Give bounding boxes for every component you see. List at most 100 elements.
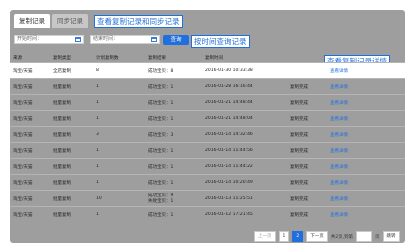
cell-status: 复制完成 [290, 212, 308, 218]
cell-result: 成功宝贝：1 [148, 116, 174, 122]
page-1-button[interactable]: 1 [278, 231, 290, 242]
header-count: 计划复制数 [96, 55, 119, 61]
record-tabs: 复制记录 同步记录 [14, 14, 88, 28]
cell-source: 淘宝/天猫 [13, 84, 33, 90]
view-details-link[interactable]: 查看详情 [327, 100, 405, 106]
cell-result: 成功宝贝：8 [148, 68, 174, 74]
cell-type: 批量复制 [53, 212, 71, 218]
cell-time: 2016-01-12 17:21:45 [205, 212, 253, 217]
cell-result: 成功宝贝：3 [148, 132, 174, 138]
cell-type: 批量复制 [53, 180, 71, 186]
cell-source: 淘宝/天猫 [13, 116, 33, 122]
table-row: 淘宝/天猫 批量复制 1 成功宝贝：1 2016-01-12 17:21:45 复制完成 查… [10, 206, 405, 222]
view-details-link[interactable]: 查看详情 [327, 148, 405, 154]
view-details-link[interactable]: 查看详情 [327, 164, 405, 170]
table-row: 淘宝/天猫 批量复制 1 成功宝贝：1 2016-01-21 14:48:04 复制完成 查… [10, 110, 405, 126]
cell-count: 1 [96, 84, 99, 89]
tab-sync-records[interactable]: 同步记录 [52, 14, 88, 28]
next-page-button[interactable]: 下一页 [306, 231, 328, 242]
cell-status: 复制完成 [290, 116, 308, 122]
cell-result: 成功宝贝：1 [148, 180, 174, 186]
cell-time: 2016-01-28 16:16:44 [205, 84, 253, 89]
cell-type: 批量复制 [53, 164, 71, 170]
cell-result: 成功宝贝：1 [148, 212, 174, 218]
table-header: 来源 复制类型 计划复制数 复制结果 复制时间 [10, 53, 405, 62]
cell-result: 成功宝贝：1 [148, 164, 174, 170]
view-details-link[interactable]: 查看详情 [327, 68, 405, 74]
cell-count: 1 [96, 180, 99, 185]
cell-source: 淘宝/天猫 [13, 212, 33, 218]
cell-source: 淘宝/天猫 [13, 132, 33, 138]
total-pages-label: 共2页,到第 [330, 234, 354, 240]
cell-status: 复制完成 [290, 132, 308, 138]
start-time-label: 开始时间： [17, 36, 43, 42]
cell-time: 2016-01-14 10:20:49 [205, 180, 253, 185]
cell-count: 10 [96, 196, 102, 201]
header-result: 复制结果 [148, 55, 166, 61]
calendar-icon[interactable] [75, 37, 81, 42]
table-row: 淘宝/天猫 批量复制 1 成功宝贝：1 2016-01-28 16:16:44 复制完成 查… [10, 78, 405, 94]
cell-count: 1 [96, 100, 99, 105]
cell-result-failed: 失败宝贝：1 [148, 198, 174, 204]
cell-type: 批量复制 [53, 148, 71, 154]
page-2-button[interactable]: 2 [292, 231, 304, 242]
cell-time: 2016-01-14 14:32:46 [205, 132, 253, 137]
table-row: 淘宝/天猫 批量复制 10 成功宝贝：9 失败宝贝：1 2016-01-13 11:25:… [10, 190, 405, 206]
cell-result: 成功宝贝：1 [148, 148, 174, 154]
time-filters: 开始时间： 结束时间： [14, 35, 160, 44]
pagination: 上一页 1 2 下一页 共2页,到第 页 跳转 [254, 231, 400, 242]
cell-status: 复制完成 [290, 100, 308, 106]
cell-result: 成功宝贝：1 [148, 100, 174, 106]
prev-page-button[interactable]: 上一页 [254, 231, 276, 242]
table-body: 淘宝/天猫 全店复制 8 成功宝贝：8 2016-01-30 10:33:38 查看详情淘… [10, 62, 405, 222]
calendar-icon[interactable] [151, 37, 157, 42]
cell-source: 淘宝/天猫 [13, 164, 33, 170]
view-details-link[interactable]: 查看详情 [327, 84, 405, 90]
tabs-annotation: 查看复制记录和同步记录 [94, 15, 183, 28]
table-row: 淘宝/天猫 全店复制 8 成功宝贝：8 2016-01-30 10:33:38 查看详情 [10, 62, 405, 78]
table-row: 淘宝/天猫 批量复制 3 成功宝贝：3 2016-01-14 14:32:46 复制完成 查… [10, 126, 405, 142]
cell-type: 全店复制 [53, 68, 71, 74]
page-number-input[interactable] [356, 231, 373, 242]
cell-time: 2016-01-13 11:25:51 [205, 196, 253, 201]
cell-source: 淘宝/天猫 [13, 148, 33, 154]
cell-count: 1 [96, 116, 99, 121]
cell-count: 1 [96, 164, 99, 169]
query-button[interactable]: 查询 [163, 35, 189, 45]
cell-type: 批量复制 [53, 116, 71, 122]
view-details-link[interactable]: 查看详情 [327, 212, 405, 218]
cell-type: 批量复制 [53, 84, 71, 90]
cell-time: 2016-01-21 14:48:44 [205, 100, 253, 105]
cell-source: 淘宝/天猫 [13, 180, 33, 186]
cell-time: 2016-01-14 11:44:22 [205, 164, 253, 169]
cell-result: 成功宝贝：9 失败宝贝：1 [145, 193, 202, 205]
time-annotation: 按时间查询记录 [191, 35, 250, 48]
view-details-link[interactable]: 查看详情 [327, 132, 405, 138]
cell-result: 成功宝贝：1 [148, 84, 174, 90]
cell-time: 2016-01-21 14:48:04 [205, 116, 253, 121]
cell-count: 8 [96, 68, 99, 73]
view-details-link[interactable]: 查看详情 [327, 116, 405, 122]
cell-type: 批量复制 [53, 196, 71, 202]
header-source: 来源 [13, 55, 22, 61]
jump-button[interactable]: 跳转 [382, 231, 400, 242]
page-unit-label: 页 [375, 234, 380, 240]
cell-type: 批量复制 [53, 100, 71, 106]
view-details-link[interactable]: 查看详情 [327, 180, 405, 186]
cell-count: 3 [96, 132, 99, 137]
table-row: 淘宝/天猫 批量复制 1 成功宝贝：1 2016-01-14 11:44:22 复制完成 查… [10, 158, 405, 174]
cell-status: 复制完成 [290, 148, 308, 154]
end-time-field[interactable]: 结束时间： [90, 35, 160, 44]
cell-count: 1 [96, 212, 99, 217]
header-type: 复制类型 [53, 55, 71, 61]
cell-source: 淘宝/天猫 [13, 100, 33, 106]
cell-status: 复制完成 [290, 164, 308, 170]
cell-time: 2016-01-30 10:33:38 [205, 68, 253, 73]
cell-status: 复制完成 [290, 84, 308, 90]
view-details-link[interactable]: 查看详情 [327, 196, 405, 202]
tab-copy-records[interactable]: 复制记录 [14, 14, 50, 28]
cell-source: 淘宝/天猫 [13, 196, 33, 202]
page: 复制记录 同步记录 查看复制记录和同步记录 开始时间： 结束时间： 查询 按时间… [0, 0, 414, 252]
start-time-field[interactable]: 开始时间： [14, 35, 84, 44]
cell-source: 淘宝/天猫 [13, 68, 33, 74]
